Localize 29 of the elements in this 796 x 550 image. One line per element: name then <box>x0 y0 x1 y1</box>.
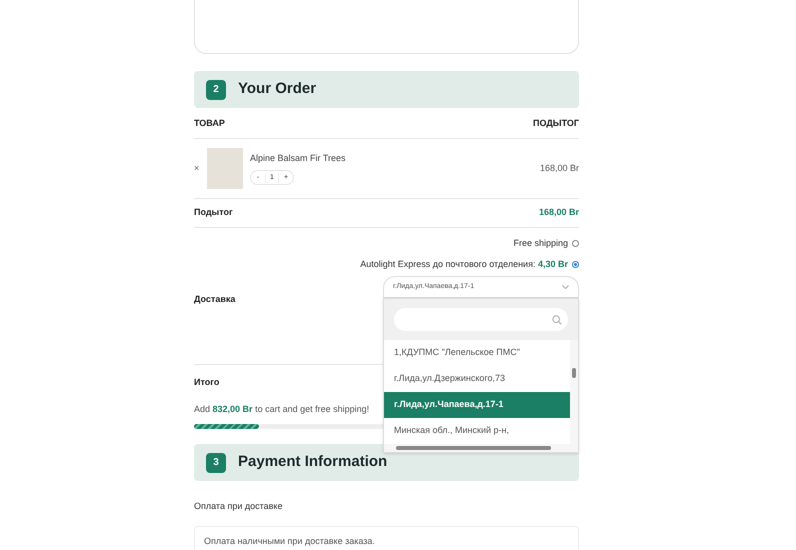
search-field[interactable] <box>394 308 568 331</box>
radio-button[interactable] <box>572 240 579 248</box>
radio-button[interactable] <box>572 260 579 268</box>
line-subtotal: 168,00 Br <box>540 162 579 175</box>
payment-method: Оплата при доставке <box>194 500 282 513</box>
subtotal-label: Подытог <box>194 206 233 220</box>
step-number: 2 <box>206 80 226 100</box>
section-title: Your Order <box>238 79 316 100</box>
shipping-option-label: Autolight Express до почтового отделения: 4,30 Br <box>360 258 568 271</box>
step-number: 3 <box>206 452 226 472</box>
product-photo-placeholder <box>207 148 243 189</box>
dropdown-option[interactable]: Минская обл., Минский р-н, <box>384 418 570 444</box>
free-shipping-message: Add 832,00 Br to cart and get free shipping! <box>194 402 370 416</box>
remove-button[interactable]: × <box>194 162 207 176</box>
dropdown-option[interactable]: г.Лида,ул.Чапаева,д.17-1 <box>384 392 570 418</box>
delivery-label: Доставка <box>194 293 236 306</box>
payment-description: Оплата наличными при доставке заказа. <box>194 526 579 550</box>
textarea-field[interactable] <box>194 0 579 54</box>
section-title: Payment Information <box>238 452 388 472</box>
dropdown-option[interactable]: 1,КДУПМС "Лепельское ПМС" <box>384 340 570 366</box>
total-label: Итого <box>194 376 220 389</box>
subtotal-value: 168,00 Br <box>538 206 579 220</box>
dropdown-option[interactable]: г.Лида,ул.Дзержинского,73 <box>384 366 570 392</box>
column-header: ПОДЫТОГ <box>533 116 579 130</box>
chevron-down-icon <box>562 285 569 289</box>
product-name[interactable]: Alpine Balsam Fir Trees <box>250 152 346 166</box>
search-icon <box>552 314 562 324</box>
shipping-option-label: Free shipping <box>513 237 568 250</box>
column-header: ТОВАР <box>194 116 225 130</box>
